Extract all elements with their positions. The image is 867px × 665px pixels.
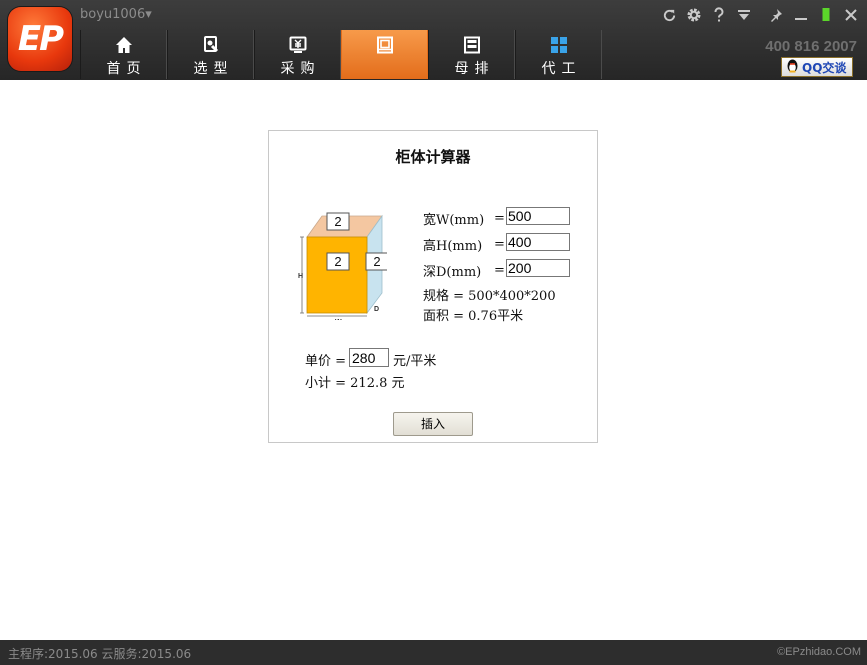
nav-item-home[interactable]: 首页 (80, 30, 167, 79)
window-controls (656, 3, 863, 27)
depth-label: 深D(mm) (423, 265, 482, 280)
purchase-icon (255, 36, 340, 54)
width-eq: = (494, 211, 505, 226)
qq-label: QQ交谈 (802, 60, 847, 75)
subtotal-line: 小计 = 212.8 元 (305, 376, 405, 391)
hotline-number: 400 816 2007 (765, 38, 857, 55)
qq-chat-button[interactable]: QQ交谈 (781, 57, 853, 77)
side-count: 2 (373, 254, 380, 269)
version-info: 主程序:2015.06 云服务:2015.06 (8, 647, 192, 661)
area-line: 面积 = 0.76平米 (423, 309, 524, 324)
app-header: EP boyu1006▾ 首页 选型 采购 母排 代工 400 816 2007… (0, 0, 867, 80)
status-bar: 主程序:2015.06 云服务:2015.06 ©EPzhidao.COM (0, 640, 867, 665)
grid-icon (516, 36, 601, 54)
settings-icon[interactable] (682, 3, 706, 27)
d-dimension-label: D (374, 306, 379, 313)
nav-label: 代工 (541, 61, 582, 77)
ep-logo[interactable]: EP (8, 7, 72, 71)
height-label: 高H(mm) (423, 239, 483, 254)
cabinet-box-diagram: 2 2 2 H W D (298, 212, 387, 320)
pin-icon[interactable] (764, 3, 788, 27)
price-unit: 元/平米 (393, 354, 437, 369)
content-area: 柜体计算器 2 2 2 H W D 宽W(mm) = 高H(mm) = (0, 80, 867, 640)
h-dimension-label: H (298, 273, 303, 280)
nav-item-purchase[interactable]: 采购 (254, 30, 341, 79)
price-label: 单价 = (305, 354, 347, 369)
select-icon (168, 36, 253, 54)
insert-button[interactable]: 插入 (393, 412, 473, 436)
qq-penguin-icon (786, 58, 799, 77)
restore-icon[interactable] (814, 3, 838, 27)
cabinet-icon (342, 36, 427, 54)
w-dimension-label: W (335, 319, 342, 320)
logo-text: EP (17, 19, 64, 59)
box-front-face (306, 236, 368, 314)
home-icon (81, 36, 166, 54)
price-input[interactable] (349, 348, 389, 367)
help-icon[interactable] (707, 3, 731, 27)
nav-item-busbar[interactable]: 母排 (428, 30, 515, 79)
nav-label: 采购 (280, 61, 321, 77)
main-nav: 首页 选型 采购 母排 代工 (80, 30, 602, 80)
top-count: 2 (334, 214, 341, 229)
cabinet-calculator: 柜体计算器 2 2 2 H W D 宽W(mm) = 高H(mm) = (268, 130, 598, 443)
nav-label: 母排 (454, 61, 495, 77)
refresh-icon[interactable] (657, 3, 681, 27)
depth-input[interactable] (506, 259, 570, 277)
nav-label: 选型 (193, 61, 234, 77)
nav-item-select[interactable]: 选型 (167, 30, 254, 79)
close-icon[interactable] (839, 3, 863, 27)
calculator-title: 柜体计算器 (395, 148, 471, 166)
depth-eq: = (494, 263, 505, 278)
spec-line: 规格 = 500*400*200 (423, 289, 556, 304)
width-input[interactable] (506, 207, 570, 225)
user-menu[interactable]: boyu1006▾ (80, 7, 152, 22)
height-eq: = (494, 237, 505, 252)
nav-item-oem[interactable]: 代工 (515, 30, 602, 79)
width-label: 宽W(mm) (423, 213, 485, 228)
busbar-icon (429, 36, 514, 54)
front-count: 2 (334, 254, 341, 269)
copyright: ©EPzhidao.COM (777, 646, 861, 658)
dropdown-icon[interactable] (732, 3, 756, 27)
minimize-icon[interactable] (789, 3, 813, 27)
nav-label: 首页 (106, 61, 147, 77)
height-input[interactable] (506, 233, 570, 251)
nav-item-cabinet[interactable] (341, 30, 428, 79)
